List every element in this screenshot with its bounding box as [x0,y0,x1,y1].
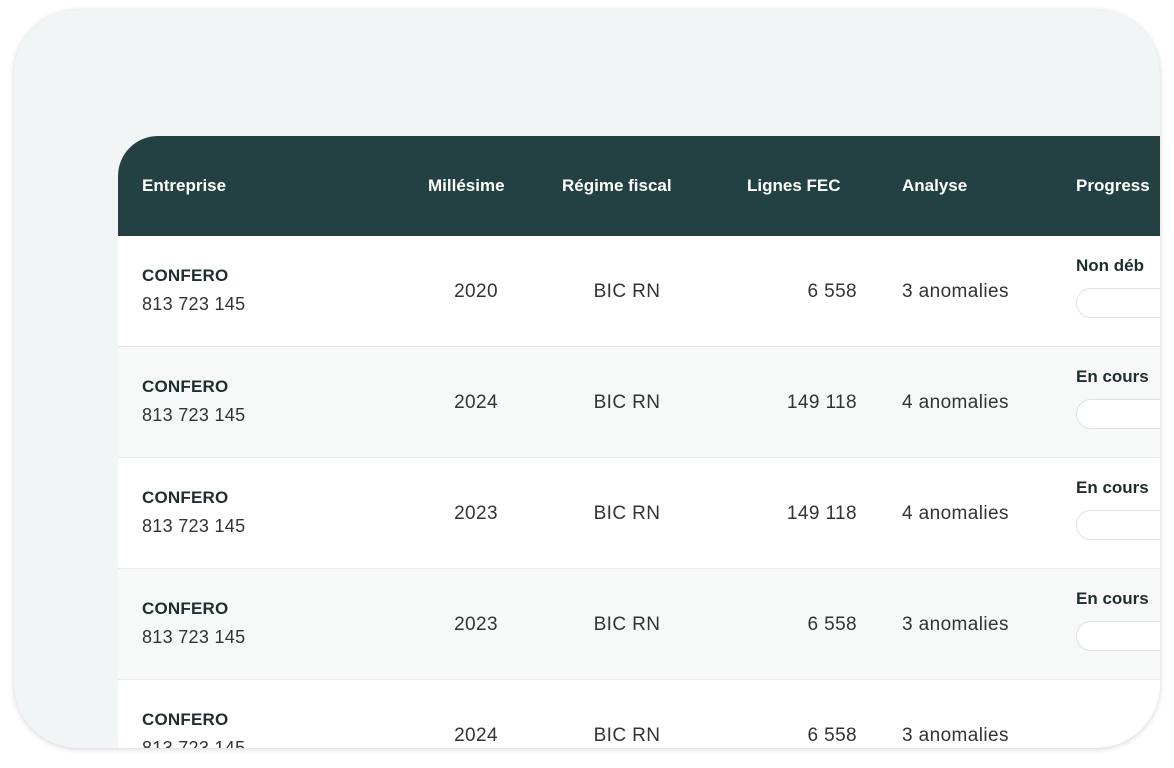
company-siren: 813 723 145 [142,627,246,647]
lignes-fec-cell: 6 558 [807,725,857,746]
company-siren: 813 723 145 [142,738,246,748]
regime-fiscal-cell: BIC RN [593,392,661,413]
header-regime-fiscal[interactable]: Régime fiscal [562,136,672,236]
progression-status: En cours [1076,367,1149,386]
lignes-fec-cell: 6 558 [807,281,857,302]
progress-bar [1076,399,1160,429]
fec-table: Entreprise Millésime Régime fiscal Ligne… [118,136,1160,748]
progression-cell: Non déb [1076,256,1160,318]
header-millesime[interactable]: Millésime [428,136,505,236]
progression-status: Non déb [1076,256,1144,275]
company-cell: CONFERO 813 723 145 [142,488,245,537]
lignes-fec-cell: 6 558 [807,614,857,635]
progress-bar [1076,510,1160,540]
company-cell: CONFERO 813 723 145 [142,266,245,315]
header-progression[interactable]: Progress [1076,136,1150,236]
header-lignes-fec[interactable]: Lignes FEC [747,136,841,236]
company-cell: CONFERO 813 723 145 [142,377,245,426]
analyse-cell[interactable]: 3 anomalies [902,680,1009,748]
company-name: CONFERO [142,266,229,285]
analyse-cell[interactable]: 3 anomalies [902,236,1009,346]
frame-background: Entreprise Millésime Régime fiscal Ligne… [14,10,1160,748]
company-name: CONFERO [142,377,229,396]
progress-bar [1076,621,1160,651]
millesime-cell: 2020 [454,281,498,302]
company-cell: CONFERO 813 723 145 [142,710,245,748]
company-name: CONFERO [142,599,229,618]
company-siren: 813 723 145 [142,294,246,314]
company-cell: CONFERO 813 723 145 [142,599,245,648]
company-siren: 813 723 145 [142,516,246,536]
table-row[interactable]: CONFERO 813 723 145 2024 BIC RN 6 558 3 … [118,680,1160,748]
millesime-cell: 2023 [454,614,498,635]
table-row[interactable]: CONFERO 813 723 145 2024 BIC RN 149 118 … [118,347,1160,458]
lignes-fec-cell: 149 118 [786,503,857,524]
regime-fiscal-cell: BIC RN [593,614,661,635]
analyse-cell[interactable]: 4 anomalies [902,458,1009,568]
analyse-cell[interactable]: 4 anomalies [902,347,1009,457]
millesime-cell: 2023 [454,503,498,524]
header-analyse[interactable]: Analyse [902,136,967,236]
table-row[interactable]: CONFERO 813 723 145 2020 BIC RN 6 558 3 … [118,236,1160,347]
header-entreprise[interactable]: Entreprise [142,136,226,236]
table-row[interactable]: CONFERO 813 723 145 2023 BIC RN 6 558 3 … [118,569,1160,680]
progression-status: En cours [1076,478,1149,497]
progress-bar [1076,288,1160,318]
regime-fiscal-cell: BIC RN [593,503,661,524]
millesime-cell: 2024 [454,392,498,413]
millesime-cell: 2024 [454,725,498,746]
progression-cell: En cours [1076,589,1160,651]
company-name: CONFERO [142,710,229,729]
table-row[interactable]: CONFERO 813 723 145 2023 BIC RN 149 118 … [118,458,1160,569]
regime-fiscal-cell: BIC RN [593,725,661,746]
table-header: Entreprise Millésime Régime fiscal Ligne… [118,136,1160,236]
company-name: CONFERO [142,488,229,507]
regime-fiscal-cell: BIC RN [593,281,661,302]
progression-status: En cours [1076,589,1149,608]
lignes-fec-cell: 149 118 [786,392,857,413]
progression-cell: En cours [1076,478,1160,540]
analyse-cell[interactable]: 3 anomalies [902,569,1009,679]
company-siren: 813 723 145 [142,405,246,425]
progression-cell: En cours [1076,367,1160,429]
